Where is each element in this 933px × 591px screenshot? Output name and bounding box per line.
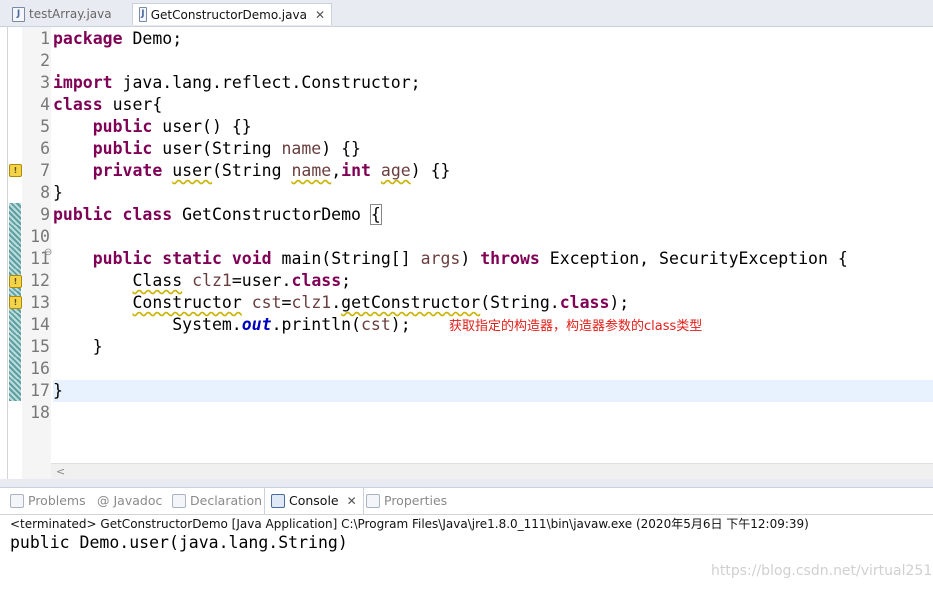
tab-declaration[interactable]: Declaration (172, 488, 262, 514)
close-icon[interactable]: ✕ (315, 8, 325, 22)
occurrence-marker (9, 379, 21, 401)
tab-javadoc[interactable]: @ Javadoc (97, 488, 162, 514)
tab-testarray[interactable]: J testArray.java (6, 3, 130, 25)
code-line-5: public user() {} (92, 117, 252, 136)
panel-tab-label: Console (289, 493, 339, 508)
console-output[interactable]: public Demo.user(java.lang.String) (10, 533, 348, 552)
code-line-13: Constructor cst=clz1.getConstructor(Stri… (132, 293, 630, 312)
line-number: 7 (40, 161, 50, 180)
warning-icon: ! (9, 275, 22, 288)
line-number: 15 (30, 337, 50, 356)
code-editor[interactable]: ! ! ! 1 2 3 4 5 6 7 8 9 10 11 12 13 14 15 16 17 18 ⊖ pack… (7, 27, 933, 480)
editor-tab-bar: J testArray.java J GetConstructorDemo.ja… (0, 0, 933, 27)
code-line-17: } (53, 380, 933, 402)
code-line-11: public static void main(String[] args) t… (92, 249, 848, 268)
line-number: 6 (40, 139, 50, 158)
console-icon (271, 494, 285, 508)
tab-label: GetConstructorDemo.java (150, 7, 307, 22)
warning-icon: ! (9, 164, 22, 177)
line-number: 2 (40, 51, 50, 70)
code-annotation: 获取指定的构造器，构造器参数的class类型 (449, 319, 703, 334)
code-line-7: private user(String name,int age) {} (92, 161, 451, 180)
code-line-3: import java.lang.reflect.Constructor; (53, 73, 421, 92)
java-file-icon: J (12, 6, 25, 22)
occurrence-marker (9, 225, 21, 247)
line-number: 8 (40, 183, 50, 202)
line-number: 10 (30, 227, 50, 246)
code-line-4: class user{ (53, 95, 163, 114)
line-number: 16 (30, 359, 50, 378)
occurrence-marker (9, 313, 21, 335)
tab-getconstructordemo[interactable]: J GetConstructorDemo.java ✕ (132, 3, 332, 25)
line-number: 5 (40, 117, 50, 136)
console-status: <terminated> GetConstructorDemo [Java Ap… (10, 517, 809, 531)
line-number: 1 (40, 29, 50, 48)
code-line-15: } (53, 337, 103, 356)
code-line-12: Class clz1=user.class; (132, 271, 352, 290)
close-icon[interactable]: ✕ (347, 488, 357, 514)
occurrence-marker (9, 203, 21, 225)
line-number: 12 (30, 271, 50, 290)
tab-label: testArray.java (29, 7, 112, 21)
occurrence-marker (9, 357, 21, 379)
line-number: 13 (30, 293, 50, 312)
horizontal-scrollbar[interactable]: < (51, 463, 933, 480)
watermark: https://blog.csdn.net/virtual251 (711, 563, 933, 579)
fold-toggle-icon[interactable]: ⊖ (44, 247, 52, 258)
java-file-icon: J (139, 7, 147, 22)
tab-properties[interactable]: Properties (366, 488, 447, 514)
code-area[interactable]: package Demo; import java.lang.reflect.C… (53, 27, 933, 463)
line-number: 17 (30, 381, 50, 400)
scroll-left-icon[interactable]: < (56, 464, 65, 480)
code-line-1: package Demo; (53, 29, 183, 48)
problems-icon (10, 494, 24, 508)
panel-tab-label: Properties (384, 493, 448, 508)
tab-problems[interactable]: Problems (10, 488, 86, 514)
panel-divider[interactable] (0, 479, 933, 487)
line-number: 4 (40, 95, 50, 114)
code-line-8: } (53, 183, 63, 202)
line-number: 18 (30, 403, 50, 422)
declaration-icon (172, 494, 186, 508)
line-number: 9 (40, 205, 50, 224)
code-line-6: public user(String name) {} (92, 139, 361, 158)
bottom-panel-tabs: Problems @ Javadoc Declaration Console ✕… (0, 487, 933, 515)
tab-console[interactable]: Console ✕ (264, 488, 364, 514)
at-icon: @ (97, 493, 110, 508)
line-number: 3 (40, 73, 50, 92)
panel-tab-label: Javadoc (113, 493, 163, 508)
line-number: 14 (30, 315, 50, 334)
occurrence-marker (9, 247, 21, 269)
panel-tab-label: Declaration (190, 493, 263, 508)
overview-ruler: ! ! ! (8, 27, 22, 479)
properties-icon (366, 494, 380, 508)
code-line-9: public class GetConstructorDemo { (53, 204, 382, 225)
occurrence-marker (9, 335, 21, 357)
panel-tab-label: Problems (28, 493, 86, 508)
warning-icon: ! (9, 296, 22, 309)
